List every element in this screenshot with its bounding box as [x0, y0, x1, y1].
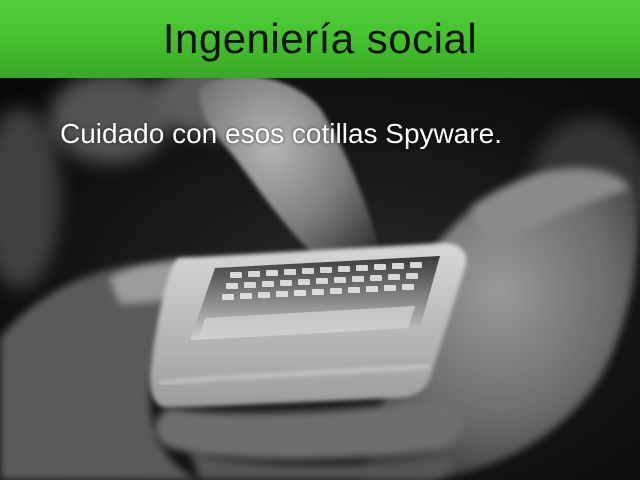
title-bar: Ingeniería social	[0, 0, 640, 78]
slide-title: Ingeniería social	[162, 15, 478, 62]
slide-subtitle: Cuidado con esos cotillas Spyware.	[60, 118, 503, 149]
slide: Ingeniería social Cuidado con esos cotil…	[0, 0, 640, 480]
